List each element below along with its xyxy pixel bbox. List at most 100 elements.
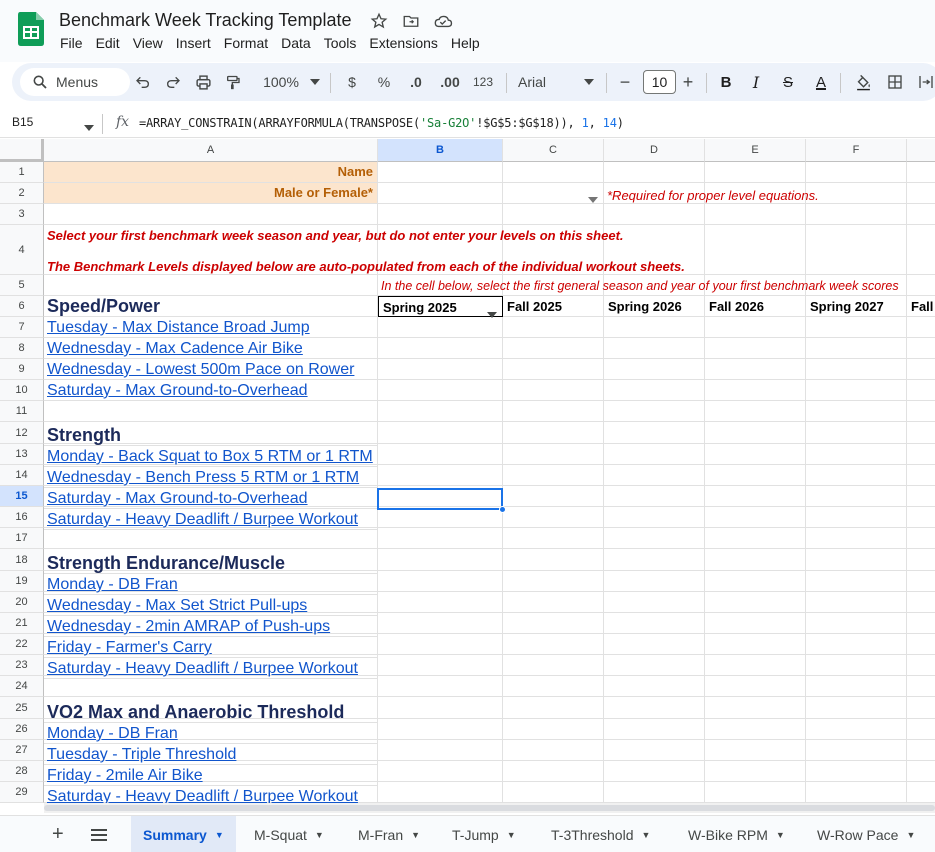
star-icon[interactable] bbox=[368, 11, 390, 31]
increase-decimal-button[interactable]: .00 bbox=[436, 71, 464, 93]
grid-cell[interactable] bbox=[806, 613, 907, 634]
row-header-20[interactable]: 20 bbox=[0, 592, 44, 613]
grid-cell[interactable] bbox=[604, 507, 705, 528]
merge-cells-icon[interactable] bbox=[916, 71, 935, 93]
section-strength-endurance[interactable]: Strength Endurance/Muscle bbox=[44, 552, 378, 574]
grid-cell[interactable] bbox=[503, 486, 604, 507]
fill-color-icon[interactable] bbox=[852, 71, 874, 93]
italic-button[interactable]: I bbox=[746, 71, 766, 93]
grid-cell[interactable] bbox=[503, 528, 604, 549]
paint-format-icon[interactable] bbox=[222, 71, 244, 93]
row-header-6[interactable]: 6 bbox=[0, 296, 44, 317]
redo-icon[interactable] bbox=[162, 71, 184, 93]
chevron-down-icon[interactable]: ▼ bbox=[507, 830, 516, 840]
grid-cell[interactable] bbox=[806, 486, 907, 507]
menu-view[interactable]: View bbox=[133, 35, 170, 51]
tab-m-squat[interactable]: M-Squat ▼ bbox=[254, 816, 324, 852]
menu-tools[interactable]: Tools bbox=[324, 35, 364, 51]
grid-cell[interactable] bbox=[705, 697, 806, 719]
currency-button[interactable]: $ bbox=[342, 71, 362, 93]
link-ground-to-overhead-strength[interactable]: Saturday - Max Ground-to-Overhead bbox=[44, 488, 378, 509]
grid-cell[interactable] bbox=[378, 422, 503, 444]
grid-cell[interactable] bbox=[378, 162, 503, 183]
grid-cell[interactable] bbox=[705, 359, 806, 380]
grid-cell[interactable] bbox=[806, 592, 907, 613]
grid-cell[interactable] bbox=[604, 761, 705, 782]
link-back-squat[interactable]: Monday - Back Squat to Box 5 RTM or 1 RT… bbox=[44, 446, 378, 467]
grid-cell[interactable] bbox=[503, 380, 604, 401]
grid-cell[interactable] bbox=[378, 549, 503, 571]
grid-cell[interactable] bbox=[907, 275, 935, 296]
grid-cell[interactable] bbox=[907, 740, 935, 761]
row-header-7[interactable]: 7 bbox=[0, 317, 44, 338]
tab-w-bike-rpm[interactable]: W-Bike RPM ▼ bbox=[688, 816, 785, 852]
row-header-13[interactable]: 13 bbox=[0, 444, 44, 465]
grid-cell[interactable] bbox=[44, 528, 378, 549]
zoom-select[interactable]: 100% bbox=[256, 71, 306, 93]
link-db-fran-vo2[interactable]: Monday - DB Fran bbox=[44, 723, 378, 744]
grid-cell[interactable] bbox=[806, 782, 907, 803]
grid-cell[interactable] bbox=[604, 719, 705, 740]
row-header-15[interactable]: 15 bbox=[0, 486, 44, 507]
strikethrough-button[interactable]: S bbox=[778, 71, 798, 93]
grid-cell[interactable] bbox=[806, 401, 907, 422]
column-header-e[interactable]: E bbox=[705, 139, 806, 162]
grid-cell[interactable] bbox=[44, 401, 378, 422]
grid-cell[interactable] bbox=[503, 422, 604, 444]
zoom-dropdown-icon[interactable] bbox=[308, 71, 322, 93]
link-push-ups[interactable]: Wednesday - 2min AMRAP of Push-ups bbox=[44, 616, 378, 637]
season-fall-partial[interactable]: Fall bbox=[907, 296, 935, 317]
grid-cell[interactable] bbox=[806, 634, 907, 655]
grid-cell[interactable] bbox=[503, 571, 604, 592]
grid-cell[interactable] bbox=[378, 317, 503, 338]
grid-cell[interactable] bbox=[604, 655, 705, 676]
row-header-27[interactable]: 27 bbox=[0, 740, 44, 761]
grid-cell[interactable] bbox=[378, 183, 503, 204]
grid-cell[interactable] bbox=[705, 486, 806, 507]
grid-cell[interactable] bbox=[806, 204, 907, 225]
chevron-down-icon[interactable]: ▼ bbox=[776, 830, 785, 840]
grid-cell[interactable] bbox=[503, 338, 604, 359]
season-fall-2026[interactable]: Fall 2026 bbox=[705, 296, 806, 317]
font-size-input[interactable]: 10 bbox=[643, 70, 676, 94]
grid-cell[interactable] bbox=[604, 380, 705, 401]
row-header-19[interactable]: 19 bbox=[0, 571, 44, 592]
grid-cell[interactable] bbox=[907, 465, 935, 486]
tab-t-jump[interactable]: T-Jump ▼ bbox=[452, 816, 516, 852]
grid-cell[interactable] bbox=[503, 676, 604, 697]
grid-cell[interactable] bbox=[907, 676, 935, 697]
grid-cell[interactable] bbox=[503, 782, 604, 803]
link-deadlift-burpee[interactable]: Saturday - Heavy Deadlift / Burpee Worko… bbox=[44, 509, 378, 530]
row-header-14[interactable]: 14 bbox=[0, 465, 44, 486]
grid-cell[interactable] bbox=[705, 162, 806, 183]
grid-cell[interactable] bbox=[907, 380, 935, 401]
grid-cell[interactable] bbox=[705, 634, 806, 655]
grid-cell[interactable] bbox=[907, 761, 935, 782]
link-ground-to-overhead[interactable]: Saturday - Max Ground-to-Overhead bbox=[44, 380, 378, 401]
grid-cell[interactable] bbox=[806, 465, 907, 486]
add-sheet-button[interactable]: + bbox=[52, 816, 64, 852]
grid-cell[interactable] bbox=[907, 225, 935, 275]
grid-cell[interactable] bbox=[503, 465, 604, 486]
menu-data[interactable]: Data bbox=[281, 35, 318, 51]
row-header-3[interactable]: 3 bbox=[0, 204, 44, 225]
row-header-24[interactable]: 24 bbox=[0, 676, 44, 697]
font-size-increase-button[interactable]: + bbox=[678, 71, 698, 93]
grid-cell[interactable] bbox=[806, 549, 907, 571]
grid-cell[interactable] bbox=[705, 549, 806, 571]
menu-edit[interactable]: Edit bbox=[96, 35, 127, 51]
name-box-dropdown-icon[interactable] bbox=[84, 118, 94, 136]
grid-cell[interactable] bbox=[378, 338, 503, 359]
column-header-b[interactable]: B bbox=[378, 139, 503, 162]
grid-cell[interactable] bbox=[378, 528, 503, 549]
grid-cell[interactable] bbox=[806, 676, 907, 697]
season-spring-2026[interactable]: Spring 2026 bbox=[604, 296, 705, 317]
season-spring-2027[interactable]: Spring 2027 bbox=[806, 296, 907, 317]
grid-cell[interactable] bbox=[907, 592, 935, 613]
section-speed-power[interactable]: Speed/Power bbox=[44, 296, 378, 317]
grid-cell[interactable] bbox=[806, 338, 907, 359]
grid-cell[interactable] bbox=[907, 338, 935, 359]
grid-cell[interactable] bbox=[378, 761, 503, 782]
grid-cell[interactable] bbox=[705, 676, 806, 697]
formula-input[interactable]: =ARRAY_CONSTRAIN(ARRAYFORMULA(TRANSPOSE(… bbox=[139, 116, 624, 130]
